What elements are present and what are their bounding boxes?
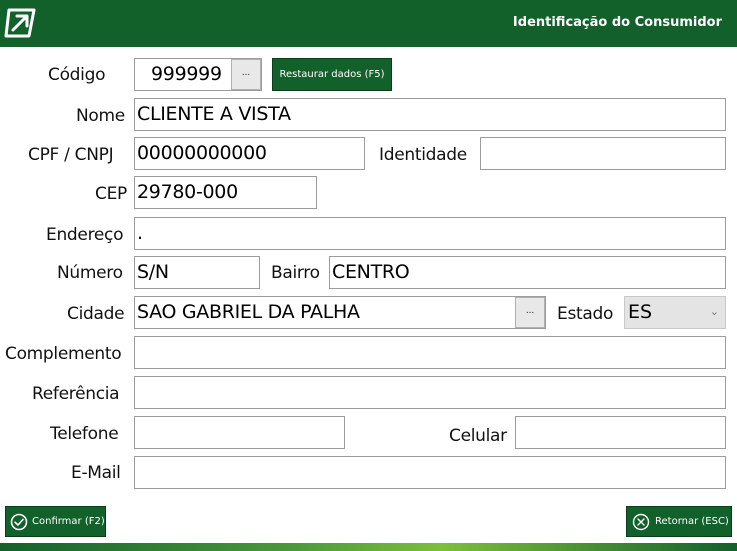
- estado-label: Estado: [557, 304, 614, 324]
- endereco-label: Endereço: [46, 225, 124, 245]
- chevron-down-icon: ⌄: [709, 305, 719, 318]
- celular-field[interactable]: [515, 416, 726, 449]
- cpf-field[interactable]: 00000000000: [134, 137, 365, 170]
- bairro-field[interactable]: CENTRO: [329, 256, 726, 289]
- cidade-field[interactable]: SAO GABRIEL DA PALHA: [134, 296, 546, 329]
- confirm-button[interactable]: Confirmar (F2): [5, 506, 106, 537]
- referencia-label: Referência: [32, 384, 120, 404]
- email-field[interactable]: [134, 456, 726, 489]
- bairro-label: Bairro: [271, 263, 320, 283]
- telefone-label: Telefone: [50, 424, 119, 444]
- nome-field[interactable]: CLIENTE A VISTA: [134, 98, 726, 131]
- window-title: Identificação do Consumidor: [512, 15, 722, 30]
- codigo-value: 999999: [151, 63, 222, 85]
- codigo-label: Código: [48, 65, 106, 85]
- identidade-label: Identidade: [379, 145, 467, 165]
- email-label: E-Mail: [71, 463, 121, 483]
- telefone-field[interactable]: [134, 416, 345, 449]
- x-circle-icon: [632, 513, 650, 531]
- cidade-lookup-button[interactable]: ...: [515, 297, 545, 328]
- cidade-label: Cidade: [67, 304, 125, 324]
- identidade-field[interactable]: [480, 137, 726, 170]
- numero-label: Número: [57, 263, 123, 283]
- bottom-accent-bar: [0, 543, 737, 551]
- restore-data-button[interactable]: Restaurar dados (F5): [272, 58, 392, 91]
- nome-label: Nome: [76, 106, 125, 126]
- confirm-button-label: Confirmar (F2): [32, 516, 105, 527]
- arrow-logo-icon: [4, 8, 36, 38]
- return-button-label: Retornar (ESC): [655, 516, 729, 527]
- celular-label: Celular: [449, 426, 507, 446]
- return-button[interactable]: Retornar (ESC): [626, 506, 732, 537]
- cpf-label: CPF / CNPJ: [28, 145, 114, 165]
- endereco-field[interactable]: .: [134, 217, 726, 250]
- referencia-field[interactable]: [134, 376, 726, 409]
- estado-select[interactable]: ES ⌄: [624, 296, 726, 329]
- cep-label: CEP: [95, 184, 127, 204]
- complemento-field[interactable]: [134, 336, 726, 369]
- cep-field[interactable]: 29780-000: [134, 176, 317, 209]
- codigo-lookup-button[interactable]: ...: [231, 59, 261, 90]
- numero-field[interactable]: S/N: [134, 256, 260, 289]
- title-bar: Identificação do Consumidor: [0, 0, 737, 47]
- estado-value: ES: [628, 301, 653, 323]
- check-circle-icon: [10, 513, 28, 531]
- complemento-label: Complemento: [5, 344, 122, 364]
